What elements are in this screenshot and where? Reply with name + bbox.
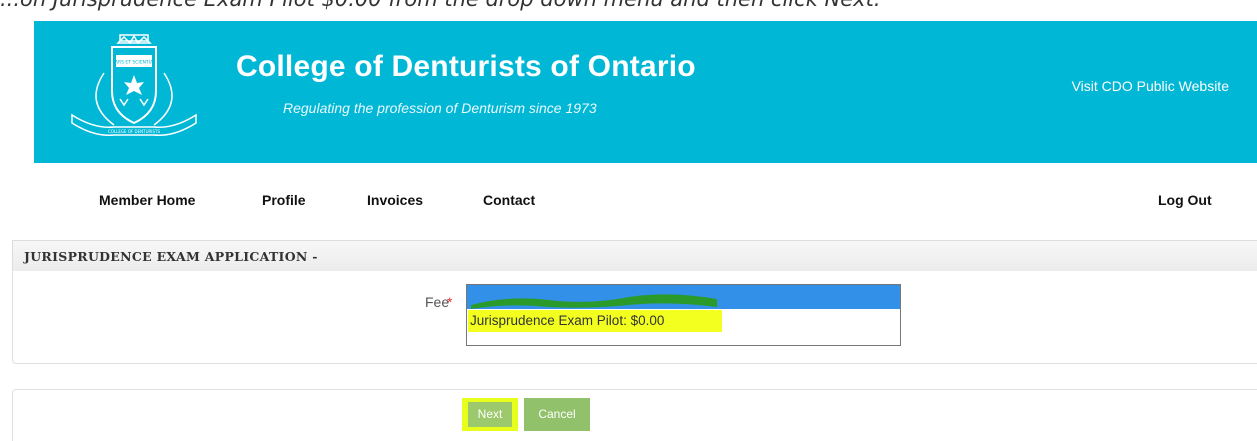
site-title: College of Denturists of Ontario xyxy=(236,50,696,83)
fee-select-dropdown[interactable]: Jurisprudence Exam Pilot: $0.00 xyxy=(466,284,901,346)
fee-option-jurisprudence-pilot[interactable]: Jurisprudence Exam Pilot: $0.00 xyxy=(468,310,722,332)
fee-label: Fee xyxy=(425,294,450,310)
nav-invoices[interactable]: Invoices xyxy=(367,192,423,208)
next-button-highlight[interactable]: Next xyxy=(462,398,518,431)
crest-motto: ARS ET SCIENTIA xyxy=(115,60,154,66)
next-button[interactable]: Next xyxy=(468,402,512,427)
site-tagline: Regulating the profession of Denturism s… xyxy=(283,100,597,116)
annotation-scribble xyxy=(471,294,717,309)
nav-contact[interactable]: Contact xyxy=(483,192,535,208)
crest-banner-text: COLLEGE OF DENTURISTS xyxy=(108,129,160,134)
section-header: JURISPRUDENCE EXAM APPLICATION - xyxy=(12,240,1257,272)
nav-member-home[interactable]: Member Home xyxy=(99,192,195,208)
nav-profile[interactable]: Profile xyxy=(262,192,306,208)
site-header: ARS ET SCIENTIA COLLEGE OF DENTURISTS Co… xyxy=(34,21,1257,163)
nav-log-out[interactable]: Log Out xyxy=(1158,192,1212,208)
cancel-button[interactable]: Cancel xyxy=(524,398,590,431)
college-crest-logo: ARS ET SCIENTIA COLLEGE OF DENTURISTS xyxy=(71,34,197,136)
actions-panel xyxy=(12,389,1257,441)
public-website-link[interactable]: Visit CDO Public Website xyxy=(1072,78,1229,94)
section-title: JURISPRUDENCE EXAM APPLICATION - xyxy=(24,249,318,264)
required-indicator: * xyxy=(447,294,453,310)
instruction-caption: ...on Jurisprudence Exam Pilot $0.00 fro… xyxy=(0,0,1257,13)
